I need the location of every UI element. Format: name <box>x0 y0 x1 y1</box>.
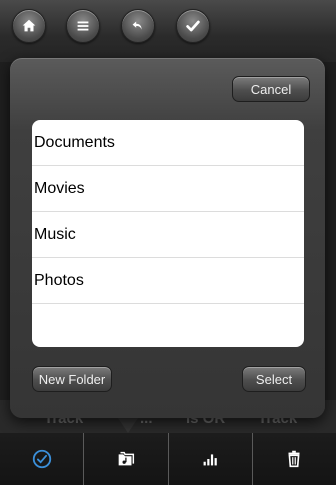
checkmark-circle-icon <box>32 449 51 469</box>
home-icon <box>22 19 36 32</box>
folder-picker-popover: Cancel Documents Movies Music Photos New… <box>10 58 325 418</box>
equalizer-icon <box>203 454 217 466</box>
folder-item-documents[interactable]: Documents <box>32 120 304 166</box>
menu-icon <box>77 21 89 31</box>
menu-button[interactable] <box>66 9 100 43</box>
folder-label: Photos <box>34 271 84 289</box>
new-folder-button[interactable]: New Folder <box>32 366 112 392</box>
undo-icon <box>132 21 142 30</box>
folder-item-movies[interactable]: Movies <box>32 166 304 212</box>
folder-music-icon <box>118 451 134 466</box>
folder-item-music[interactable]: Music <box>32 212 304 258</box>
confirm-button[interactable] <box>176 9 210 43</box>
folder-label: Documents <box>34 133 115 151</box>
folder-label: Music <box>34 225 76 243</box>
tab-delete[interactable] <box>253 433 336 485</box>
folder-list: Documents Movies Music Photos <box>32 120 304 347</box>
tab-equalizer[interactable] <box>169 433 253 485</box>
select-button[interactable]: Select <box>242 366 306 392</box>
folder-label: Movies <box>34 179 85 197</box>
tab-move-to-folder[interactable] <box>84 433 169 485</box>
top-toolbar <box>0 0 336 62</box>
undo-button[interactable] <box>121 9 155 43</box>
home-button[interactable] <box>12 9 46 43</box>
check-icon <box>186 20 200 32</box>
bottom-tab-bar <box>0 433 336 485</box>
cancel-button[interactable]: Cancel <box>232 76 310 102</box>
folder-item-photos[interactable]: Photos <box>32 258 304 304</box>
tab-select[interactable] <box>0 433 85 485</box>
trash-icon <box>288 450 300 468</box>
